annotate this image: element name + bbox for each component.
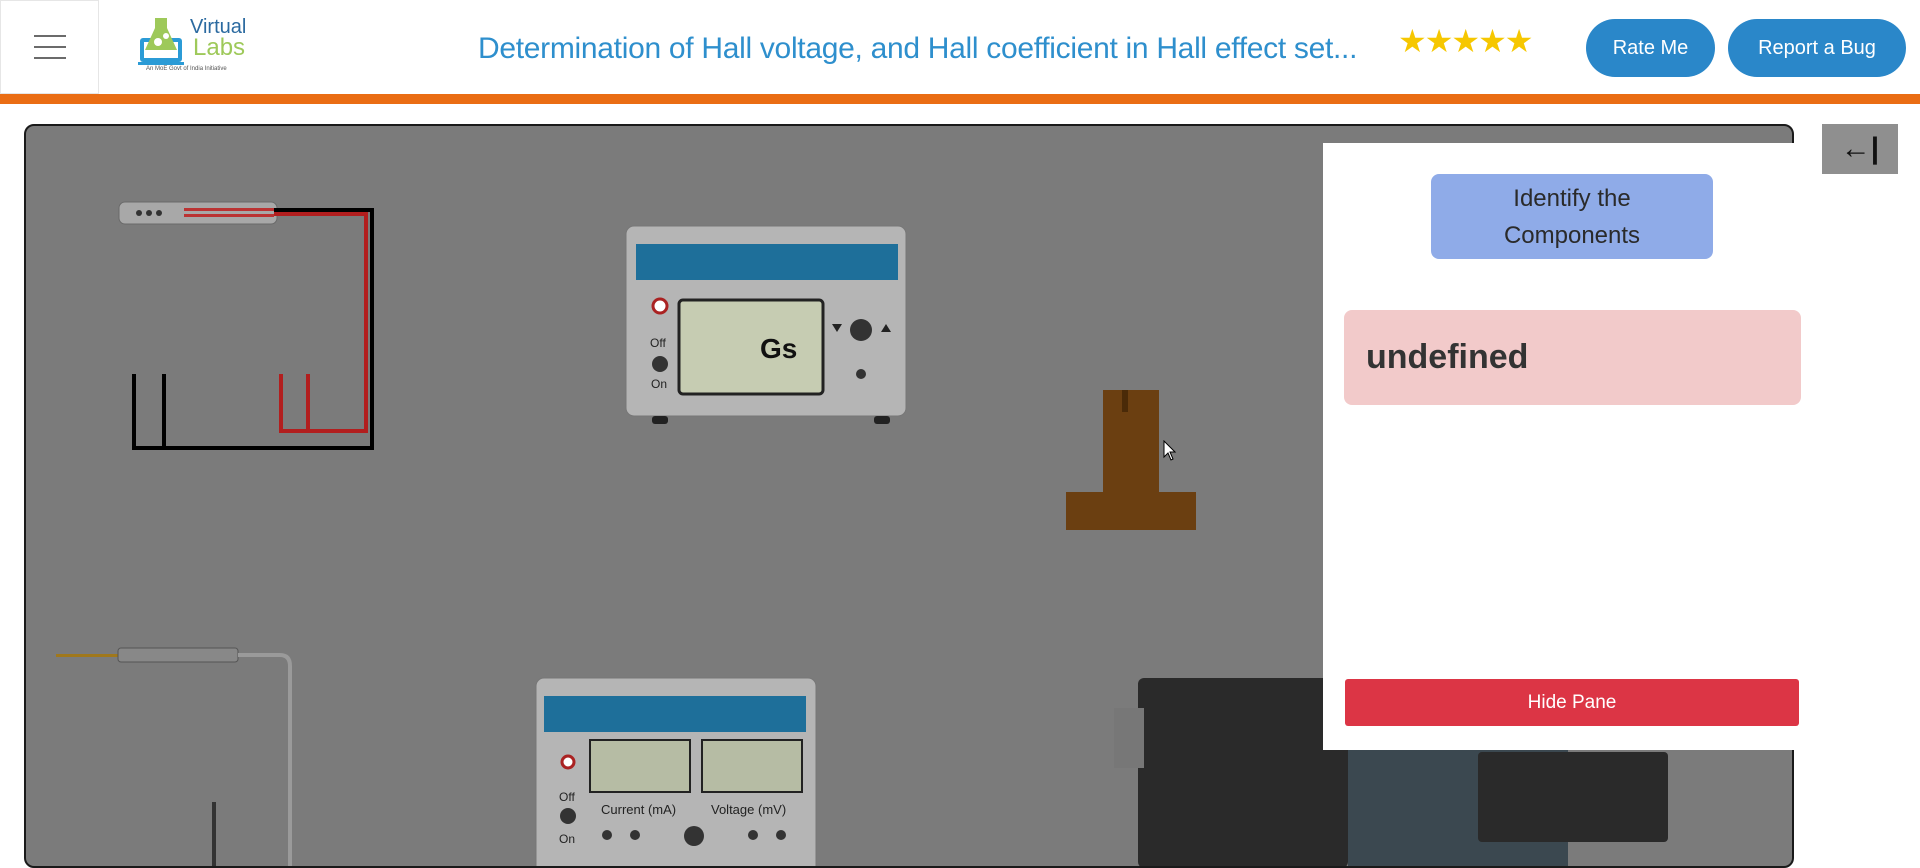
current-voltage-meter[interactable] bbox=[535, 677, 817, 866]
logo-subtitle: An MoE Govt of India Initiative bbox=[146, 66, 227, 72]
component-name-display: undefined bbox=[1344, 310, 1801, 405]
current-ma-label: Current (mA) bbox=[601, 802, 676, 817]
panel-heading-line2: Components bbox=[1503, 221, 1641, 249]
gaussmeter-off-label: Off bbox=[650, 336, 666, 350]
hall-probe-component[interactable] bbox=[118, 201, 374, 450]
gaussmeter-component[interactable] bbox=[625, 225, 907, 424]
hamburger-icon-line bbox=[33, 35, 66, 37]
panel-heading: Identify the Components bbox=[1431, 174, 1713, 259]
page-title: Determination of Hall voltage, and Hall … bbox=[478, 32, 1358, 65]
hamburger-icon-line bbox=[33, 46, 66, 48]
rate-me-button[interactable]: Rate Me bbox=[1586, 19, 1715, 77]
report-bug-button[interactable]: Report a Bug bbox=[1728, 19, 1906, 77]
hamburger-icon-line bbox=[33, 57, 66, 59]
header-divider bbox=[0, 94, 1920, 104]
voltage-mv-label: Voltage (mV) bbox=[711, 802, 786, 817]
hide-pane-button[interactable]: Hide Pane bbox=[1345, 679, 1799, 726]
gaussmeter-unit-label: Gs bbox=[760, 333, 797, 364]
probe-rod-component[interactable] bbox=[56, 647, 292, 866]
top-header: Virtual Labs An MoE Govt of India Initia… bbox=[0, 0, 1920, 94]
star-rating[interactable]: ★★★★★ bbox=[1398, 24, 1533, 58]
mouse-cursor-icon bbox=[1163, 440, 1177, 461]
identify-components-panel: Identify the Components undefined Hide P… bbox=[1323, 143, 1822, 750]
arrow-left-bar-icon: ←| bbox=[1840, 132, 1880, 165]
supply-off-label: Off bbox=[559, 790, 575, 804]
logo-text-labs: Labs bbox=[193, 34, 246, 61]
supply-on-label: On bbox=[559, 832, 575, 846]
flask-monitor-icon bbox=[138, 18, 184, 65]
virtual-labs-logo[interactable]: Virtual Labs An MoE Govt of India Initia… bbox=[138, 14, 250, 78]
hamburger-menu-button[interactable] bbox=[0, 0, 99, 94]
collapse-panel-button[interactable]: ←| bbox=[1822, 124, 1898, 174]
panel-heading-line1: Identify the bbox=[1513, 184, 1631, 212]
gaussmeter-on-label: On bbox=[651, 377, 667, 391]
